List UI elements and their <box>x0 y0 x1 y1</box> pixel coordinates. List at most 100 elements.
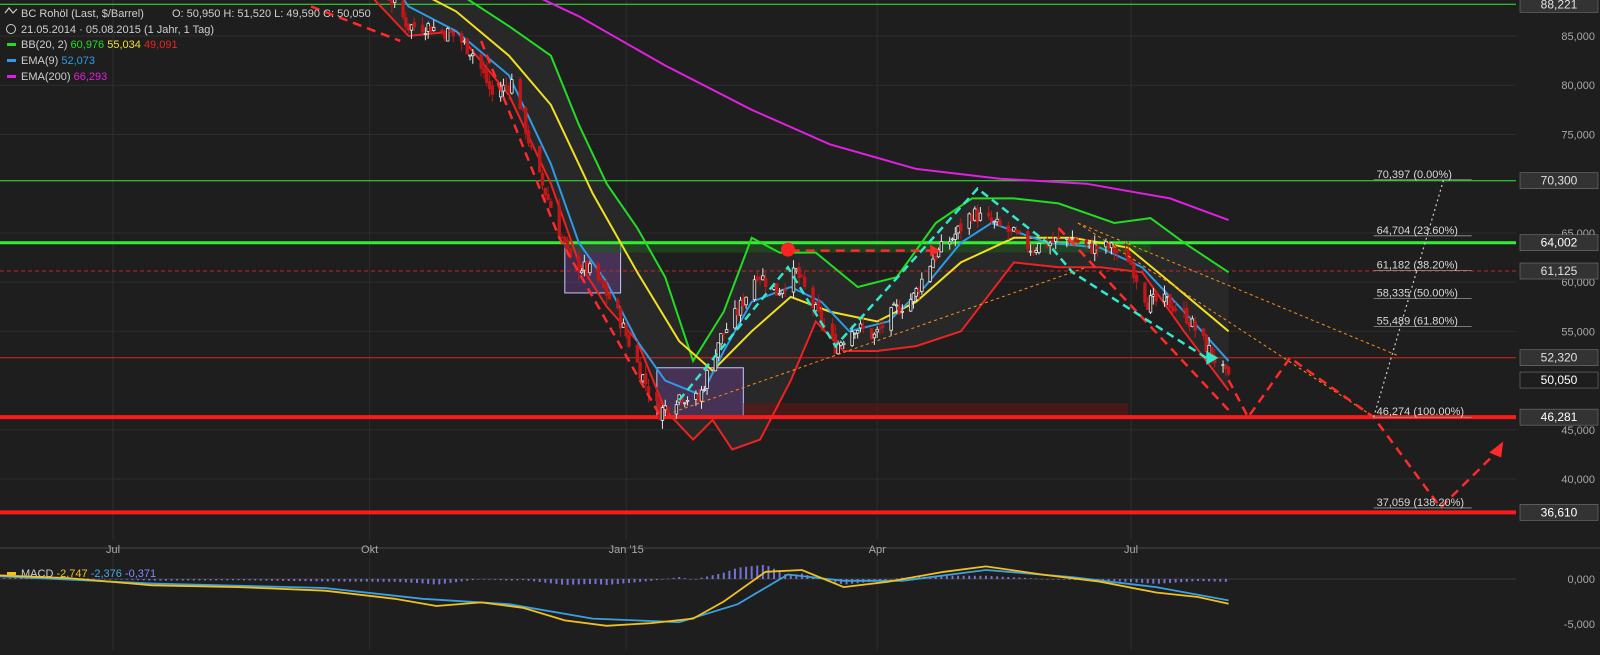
candle-body <box>1227 367 1230 374</box>
legend-swatch <box>7 43 16 46</box>
marker-dot <box>781 243 795 257</box>
ohlc-readout: O: 50,950 H: 51,520 L: 49,590 C: 50,050 <box>172 8 371 20</box>
macd-histogram-bar <box>1152 579 1154 584</box>
macd-histogram-bar <box>176 579 178 581</box>
candle-body <box>683 403 686 404</box>
candle-body <box>898 307 901 314</box>
candle-body <box>586 261 589 273</box>
candle-body <box>1169 295 1172 308</box>
macd-histogram-bar <box>288 579 290 581</box>
macd-histogram-bar <box>193 579 195 580</box>
macd-histogram-bar <box>695 579 697 580</box>
macd-histogram-bar <box>360 579 362 582</box>
candle-body <box>703 390 706 391</box>
candle-body <box>996 219 999 222</box>
macd-histogram-bar <box>712 575 714 579</box>
candle-body <box>444 32 447 39</box>
macd-histogram-bar <box>1013 577 1015 579</box>
macd-histogram-bar <box>572 579 574 585</box>
chart-title: BC Rohöl (Last, $/Barrel) <box>21 8 144 20</box>
candle-body <box>695 393 698 399</box>
candle-body <box>608 294 611 299</box>
level-label: 64,002 <box>1541 236 1578 250</box>
candle-body <box>1222 365 1225 366</box>
candle-body <box>1035 250 1038 252</box>
macd-histogram-bar <box>595 579 597 584</box>
macd-histogram-bar <box>92 579 94 580</box>
candle-body <box>960 224 963 231</box>
macd-histogram-bar <box>238 579 240 580</box>
candle-body <box>1096 246 1099 248</box>
legend-label: BB(20, 2) <box>21 39 71 51</box>
macd-histogram-bar <box>678 577 680 579</box>
macd-histogram-bar <box>689 579 691 580</box>
macd-histogram-bar <box>684 578 686 579</box>
candle-body <box>664 406 667 410</box>
candle-body <box>1088 242 1091 243</box>
candle-body <box>1225 365 1228 369</box>
candle-body <box>987 213 990 216</box>
candle-body <box>795 269 798 271</box>
macd-histogram-bar <box>578 579 580 584</box>
candle-body <box>725 330 728 333</box>
macd-histogram-bar <box>120 579 122 580</box>
macd-histogram-bar <box>477 579 479 580</box>
macd-histogram-bar <box>249 579 251 580</box>
candle-body <box>993 221 996 222</box>
candle-body <box>471 54 474 56</box>
candle-body <box>742 298 745 305</box>
macd-histogram-bar <box>1007 577 1009 579</box>
macd-histogram-bar <box>1024 578 1026 579</box>
legend-label: EMA(9) <box>21 55 61 67</box>
candle-body <box>639 362 642 378</box>
macd-histogram-bar <box>974 576 976 579</box>
candle-body <box>1029 251 1032 252</box>
candle-body <box>873 334 876 338</box>
macd-histogram-bar <box>293 579 295 581</box>
macd-histogram-bar <box>383 579 385 582</box>
candle-body <box>1183 309 1186 310</box>
candle-body <box>909 299 912 311</box>
candle-body <box>452 33 455 36</box>
macd-histogram-bar <box>539 579 541 582</box>
y-tick-label: 85,000 <box>1561 31 1595 43</box>
macd-histogram-bar <box>963 576 965 579</box>
macd-histogram-bar <box>226 579 228 580</box>
candle-body <box>968 214 971 228</box>
macd-histogram-bar <box>422 579 424 583</box>
macd-histogram-bar <box>723 573 725 579</box>
macd-histogram-bar <box>745 567 747 579</box>
macd-histogram-bar <box>1018 578 1020 579</box>
candle-body <box>605 285 608 295</box>
candle-body <box>934 256 937 259</box>
macd-histogram-bar <box>1113 579 1115 581</box>
candle-body <box>739 300 742 315</box>
candle-body <box>541 173 544 185</box>
candle-body <box>446 28 449 41</box>
candle-body <box>393 0 396 2</box>
macd-histogram-bar <box>1158 579 1160 584</box>
candle-body <box>550 201 553 207</box>
candle-body <box>859 324 862 328</box>
y-tick-label: 40,000 <box>1561 474 1595 486</box>
candle-body <box>753 280 756 300</box>
macd-histogram-bar <box>957 576 959 579</box>
candle-body <box>603 281 606 288</box>
candle-body <box>430 26 433 32</box>
macd-histogram-bar <box>444 579 446 584</box>
candle-body <box>597 263 600 280</box>
candle-body <box>675 405 678 414</box>
legend-swatch <box>7 75 16 78</box>
candle-body <box>402 1 405 17</box>
macd-histogram-bar <box>304 579 306 581</box>
candle-body <box>1124 250 1127 251</box>
candle-body <box>1066 238 1069 239</box>
x-tick-label: Jul <box>1124 544 1138 556</box>
macd-histogram-bar <box>1108 579 1110 581</box>
candle-body <box>522 109 525 110</box>
candle-body <box>1052 240 1055 242</box>
macd-histogram-bar <box>700 578 702 579</box>
macd-histogram-bar <box>583 579 585 584</box>
candle-body <box>745 297 748 305</box>
candle-body <box>803 277 806 286</box>
